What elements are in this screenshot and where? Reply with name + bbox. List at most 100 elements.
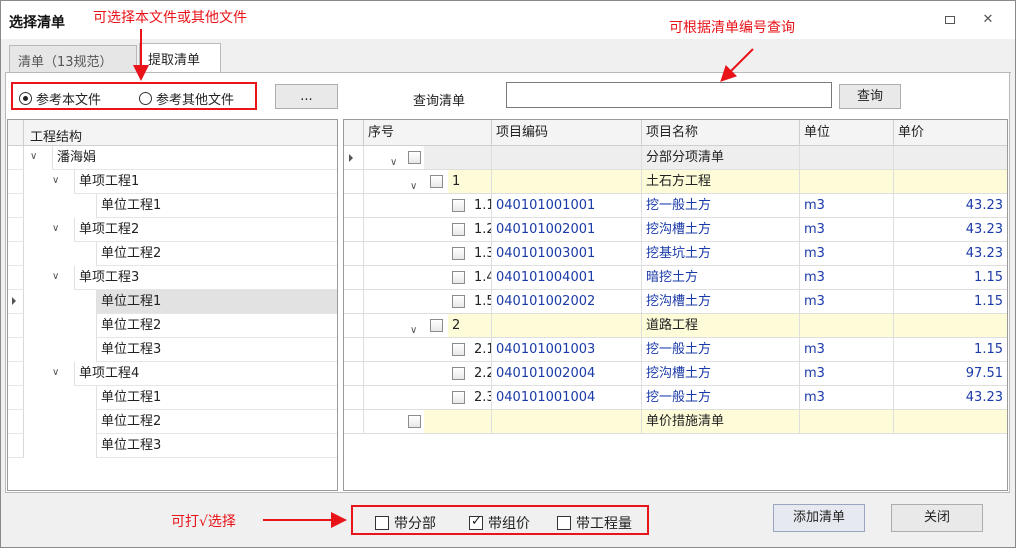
tree-node[interactable]: ∨ 单项工程4 xyxy=(8,362,337,386)
cell-price: 43.23 xyxy=(894,386,1007,410)
row-checkbox[interactable] xyxy=(452,367,465,380)
chevron-down-icon[interactable]: ∨ xyxy=(410,319,417,337)
chevron-down-icon[interactable]: ∨ xyxy=(52,223,59,234)
table-row[interactable]: 1.4040101004001暗挖土方m31.15 xyxy=(344,266,1007,290)
row-checkbox[interactable] xyxy=(452,199,465,212)
tree-node[interactable]: 单位工程2 xyxy=(8,242,337,266)
table-row[interactable]: ∨ 2 道路工程 xyxy=(344,314,1007,338)
cell-unit: m3 xyxy=(800,362,894,386)
tree-node[interactable]: 单位工程2 xyxy=(8,314,337,338)
table-row[interactable]: 2.2040101002004挖沟槽土方m397.51 xyxy=(344,362,1007,386)
browse-button[interactable]: ... xyxy=(275,84,338,109)
add-list-button[interactable]: 添加清单 xyxy=(773,504,865,532)
chevron-down-icon[interactable]: ∨ xyxy=(410,175,417,193)
source-radio-group: 参考本文件 参考其他文件 xyxy=(11,82,257,110)
tree-node-label: 单项工程1 xyxy=(74,170,337,194)
table-row[interactable]: 2.1040101001003挖一般土方m31.15 xyxy=(344,338,1007,362)
cell-code: 040101002001 xyxy=(492,218,642,242)
checkbox-with-division[interactable]: 带分部 xyxy=(375,513,436,533)
tree-node[interactable]: 单位工程1 xyxy=(8,194,337,218)
cell-code: 040101002004 xyxy=(492,362,642,386)
row-checkbox[interactable] xyxy=(452,271,465,284)
table-row[interactable]: 单价措施清单 xyxy=(344,410,1007,434)
col-seq[interactable]: 序号 xyxy=(364,120,492,146)
chevron-down-icon[interactable]: ∨ xyxy=(52,175,59,186)
tree-node[interactable]: 单位工程1 xyxy=(8,386,337,410)
tab-bar: 清单（13规范） 提取清单 xyxy=(1,39,1015,73)
cell-name: 分部分项清单 xyxy=(642,146,800,170)
cell-code xyxy=(492,410,642,434)
checkbox-with-group-price[interactable]: 带组价 xyxy=(469,513,530,533)
checkbox-checked-icon xyxy=(469,514,483,530)
tree-row-gutter xyxy=(8,146,24,170)
col-price[interactable]: 单价 xyxy=(894,120,1007,146)
row-checkbox[interactable] xyxy=(452,343,465,356)
table-row[interactable]: 1.3040101003001挖基坑土方m343.23 xyxy=(344,242,1007,266)
tab-list-13-standard[interactable]: 清单（13规范） xyxy=(9,45,137,73)
close-icon[interactable]: ✕ xyxy=(979,11,997,29)
tree-node[interactable]: ∨ 单项工程1 xyxy=(8,170,337,194)
tab-extract-list[interactable]: 提取清单 xyxy=(139,43,221,73)
row-checkbox[interactable] xyxy=(452,295,465,308)
checkbox-with-quantity-label: 带工程量 xyxy=(576,516,632,532)
seq-number: 1.5 xyxy=(474,294,491,309)
table-row[interactable]: 1.1040101001001挖一般土方m343.23 xyxy=(344,194,1007,218)
annotation-choose-file: 可选择本文件或其他文件 xyxy=(93,10,247,26)
col-unit[interactable]: 单位 xyxy=(800,120,894,146)
seq-number: 1.2 xyxy=(474,222,491,237)
table-row[interactable]: ∨ 分部分项清单 xyxy=(344,146,1007,170)
tree-node[interactable]: 单位工程3 xyxy=(8,338,337,362)
tree-node[interactable]: ∨ 潘海娟 xyxy=(8,146,337,170)
close-button[interactable]: 关闭 xyxy=(891,504,983,532)
tree-header-label: 工程结构 xyxy=(30,130,83,145)
bill-list-grid: 序号 项目编码 项目名称 单位 单价 ∨ 分部分项清单∨1土石方工程1.10401… xyxy=(343,119,1008,491)
chevron-down-icon[interactable]: ∨ xyxy=(30,151,37,162)
col-code[interactable]: 项目编码 xyxy=(492,120,642,146)
table-row[interactable]: 1.5040101002002挖沟槽土方m31.15 xyxy=(344,290,1007,314)
cell-name: 挖一般土方 xyxy=(642,386,800,410)
chevron-down-icon[interactable]: ∨ xyxy=(52,367,59,378)
chevron-down-icon[interactable]: ∨ xyxy=(52,271,59,282)
table-row[interactable]: ∨ 1 土石方工程 xyxy=(344,170,1007,194)
table-row[interactable]: 1.2040101002001挖沟槽土方m343.23 xyxy=(344,218,1007,242)
tree-node[interactable]: 单位工程1 xyxy=(8,290,337,314)
row-gutter xyxy=(344,362,364,386)
tree-node-label: 单位工程1 xyxy=(96,194,337,218)
tree-row-gutter xyxy=(8,266,24,290)
row-checkbox[interactable] xyxy=(408,151,421,164)
col-name[interactable]: 项目名称 xyxy=(642,120,800,146)
cell-price: 43.23 xyxy=(894,242,1007,266)
window-title: 选择清单 xyxy=(9,15,65,31)
tree-node-label: 单位工程1 xyxy=(96,386,337,410)
cell-name: 挖一般土方 xyxy=(642,338,800,362)
seq-number: 1.3 xyxy=(474,246,491,261)
radio-other-file[interactable]: 参考其他文件 xyxy=(139,89,234,108)
row-gutter xyxy=(344,218,364,242)
query-input[interactable] xyxy=(506,82,832,108)
tree-node[interactable]: ∨ 单项工程2 xyxy=(8,218,337,242)
restore-icon[interactable] xyxy=(941,11,959,29)
current-row-icon xyxy=(349,154,353,162)
chevron-down-icon[interactable]: ∨ xyxy=(390,151,397,169)
row-checkbox[interactable] xyxy=(452,223,465,236)
cell-price xyxy=(894,170,1007,194)
tree-node-label: 单位工程1 xyxy=(96,290,337,314)
cell-seq xyxy=(364,410,492,434)
row-checkbox[interactable] xyxy=(452,247,465,260)
tree-node[interactable]: ∨ 单项工程3 xyxy=(8,266,337,290)
seq-number: 2.2 xyxy=(474,366,491,381)
row-checkbox[interactable] xyxy=(452,391,465,404)
row-checkbox[interactable] xyxy=(408,415,421,428)
row-checkbox[interactable] xyxy=(430,175,443,188)
radio-this-file[interactable]: 参考本文件 xyxy=(19,89,101,108)
tree-node[interactable]: 单位工程3 xyxy=(8,434,337,458)
tree-node-label: 单位工程2 xyxy=(96,410,337,434)
checkbox-icon xyxy=(375,516,389,530)
cell-seq: ∨ 2 xyxy=(364,314,492,338)
cell-name: 暗挖土方 xyxy=(642,266,800,290)
tree-node[interactable]: 单位工程2 xyxy=(8,410,337,434)
query-button[interactable]: 查询 xyxy=(839,84,901,109)
checkbox-with-quantity[interactable]: 带工程量 xyxy=(557,513,632,533)
row-checkbox[interactable] xyxy=(430,319,443,332)
table-row[interactable]: 2.3040101001004挖一般土方m343.23 xyxy=(344,386,1007,410)
